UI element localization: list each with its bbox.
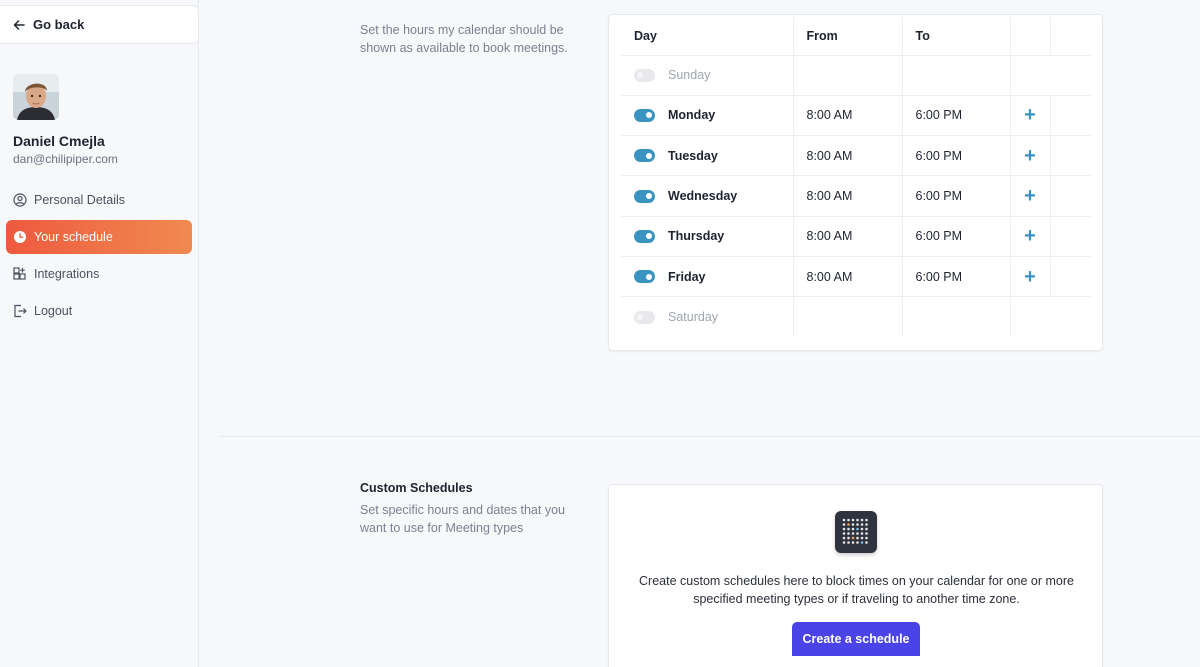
to-time[interactable]: 6:00 PM — [916, 229, 963, 243]
table-row: Thursday 8:00 AM 6:00 PM + — [621, 216, 1091, 257]
add-interval-button[interactable]: + — [1024, 266, 1036, 288]
sidebar-item-personal-details[interactable]: Personal Details — [6, 183, 192, 217]
add-interval-button[interactable]: + — [1024, 145, 1036, 167]
day-label: Wednesday — [668, 189, 738, 204]
add-interval-button[interactable]: + — [1024, 104, 1036, 126]
grid-plus-icon — [13, 267, 27, 281]
table-row: Friday 8:00 AM 6:00 PM + — [621, 256, 1091, 298]
go-back-label: Go back — [33, 17, 85, 32]
sidebar-item-logout[interactable]: Logout — [6, 294, 192, 328]
day-toggle[interactable] — [634, 270, 655, 284]
add-interval-button[interactable]: + — [1024, 185, 1036, 207]
column-header-from: From — [792, 17, 902, 56]
sidebar-nav: Personal Details Your schedule Integrati… — [6, 183, 192, 331]
sidebar-item-integrations[interactable]: Integrations — [6, 257, 192, 291]
day-label: Thursday — [668, 229, 725, 244]
sidebar-item-label: Personal Details — [34, 193, 126, 207]
calendar-grid-icon — [835, 511, 877, 553]
working-hours-table: Day From To Sunday Monday 8:00 AM 6:00 P… — [621, 17, 1091, 338]
from-time[interactable]: 8:00 AM — [807, 270, 853, 284]
custom-schedules-card: Create custom schedules here to block ti… — [608, 484, 1103, 667]
day-label: Tuesday — [668, 148, 718, 163]
day-toggle[interactable] — [634, 189, 655, 203]
sidebar-item-your-schedule[interactable]: Your schedule — [6, 220, 192, 254]
day-toggle[interactable] — [634, 149, 655, 163]
day-label: Monday — [668, 108, 716, 123]
user-circle-icon — [13, 193, 27, 207]
to-time[interactable]: 6:00 PM — [916, 189, 963, 203]
user-email: dan@chilipiper.com — [13, 152, 118, 166]
add-interval-button[interactable]: + — [1024, 225, 1036, 247]
from-time[interactable]: 8:00 AM — [807, 108, 853, 122]
day-label: Friday — [668, 269, 706, 284]
table-row: Saturday — [621, 296, 1091, 338]
to-time[interactable]: 6:00 PM — [916, 270, 963, 284]
from-time[interactable]: 8:00 AM — [807, 149, 853, 163]
section-divider — [220, 436, 1200, 437]
column-header-add — [1009, 17, 1050, 56]
clock-icon — [13, 230, 27, 244]
day-toggle[interactable] — [634, 68, 655, 82]
custom-schedules-title: Custom Schedules — [360, 481, 473, 495]
user-name: Daniel Cmejla — [13, 133, 105, 149]
day-label: Sunday — [668, 68, 711, 83]
go-back-button[interactable]: Go back — [0, 5, 199, 44]
logout-icon — [13, 304, 27, 318]
working-hours-card: Day From To Sunday Monday 8:00 AM 6:00 P… — [608, 14, 1103, 351]
to-time[interactable]: 6:00 PM — [916, 149, 963, 163]
custom-schedules-description: Set specific hours and dates that you wa… — [360, 503, 565, 535]
to-time[interactable]: 6:00 PM — [916, 108, 963, 122]
table-header-row: Day From To — [621, 17, 1091, 56]
avatar — [13, 74, 59, 120]
sidebar: Go back Daniel Cmejla dan@chilipiper.com… — [0, 0, 199, 667]
column-header-day: Day — [621, 17, 793, 56]
column-header-to: To — [901, 17, 1010, 56]
sidebar-item-label: Your schedule — [34, 230, 113, 244]
table-row: Wednesday 8:00 AM 6:00 PM + — [621, 175, 1091, 217]
custom-schedules-empty-text: Create custom schedules here to block ti… — [639, 574, 1074, 606]
table-row: Monday 8:00 AM 6:00 PM + — [621, 95, 1091, 137]
sidebar-item-label: Logout — [34, 304, 73, 318]
create-schedule-button[interactable]: Create a schedule — [792, 622, 920, 656]
day-label: Saturday — [668, 310, 719, 325]
day-toggle[interactable] — [634, 108, 655, 122]
arrow-left-icon — [13, 19, 25, 31]
day-toggle[interactable] — [634, 310, 655, 324]
working-hours-description: Set the hours my calendar should be show… — [360, 23, 568, 55]
sidebar-item-label: Integrations — [34, 267, 100, 281]
table-row: Sunday — [621, 55, 1091, 96]
table-row: Tuesday 8:00 AM 6:00 PM + — [621, 135, 1091, 177]
day-toggle[interactable] — [634, 229, 655, 243]
column-header-extra — [1049, 17, 1091, 56]
from-time[interactable]: 8:00 AM — [807, 189, 853, 203]
from-time[interactable]: 8:00 AM — [807, 229, 853, 243]
